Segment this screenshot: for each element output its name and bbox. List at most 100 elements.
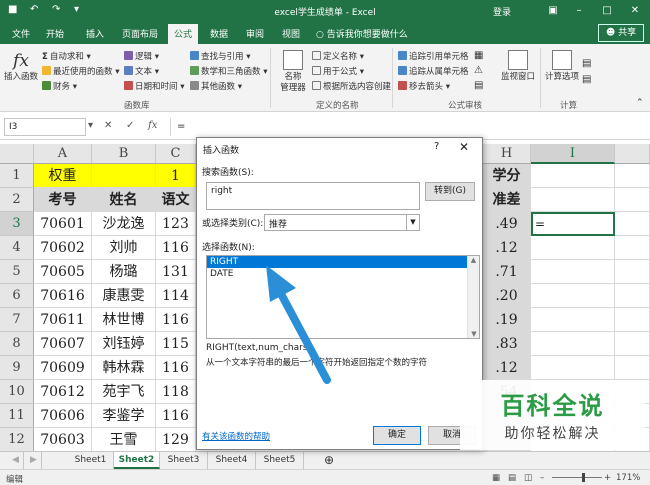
cell-b4[interactable]: 刘帅	[92, 236, 156, 260]
datetime-button[interactable]: 日期和时间 ▾	[124, 80, 184, 92]
function-list-scrollbar[interactable]: ▲ ▼	[467, 256, 479, 338]
cell-b7[interactable]: 林世博	[92, 308, 156, 332]
minimize-icon[interactable]: –	[566, 2, 592, 20]
row-header-7[interactable]: 7	[0, 308, 34, 332]
cell-c11[interactable]: 116	[156, 404, 196, 428]
column-header-j[interactable]	[615, 144, 650, 164]
zoom-in-icon[interactable]: +	[604, 473, 611, 483]
cell-b8[interactable]: 刘钰婷	[92, 332, 156, 356]
tab-page-layout[interactable]: 页面布局	[122, 27, 158, 40]
cell-b11[interactable]: 李鉴学	[92, 404, 156, 428]
function-item-date[interactable]: DATE	[207, 268, 479, 280]
column-header-b[interactable]: B	[92, 144, 156, 164]
sheet-tab-2[interactable]: Sheet2	[114, 452, 160, 469]
cell-j1[interactable]	[615, 164, 650, 188]
cell-i6[interactable]	[531, 284, 615, 308]
cell-c8[interactable]: 115	[156, 332, 196, 356]
cell-a11[interactable]: 70606	[34, 404, 92, 428]
ribbon-display-icon[interactable]: ▣	[540, 2, 566, 20]
cell-b12[interactable]: 王雪	[92, 428, 156, 451]
row-header-4[interactable]: 4	[0, 236, 34, 260]
next-sheet-icon[interactable]: ▶	[26, 452, 42, 469]
cell-i7[interactable]	[531, 308, 615, 332]
logical-button[interactable]: 逻辑 ▾	[124, 50, 159, 62]
recent-functions-button[interactable]: 最近使用的函数 ▾	[42, 65, 119, 77]
prev-sheet-icon[interactable]: ◀	[8, 452, 24, 469]
evaluate-formula-icon[interactable]: ▤	[474, 80, 483, 91]
trace-precedents-button[interactable]: 追踪引用单元格	[398, 50, 469, 62]
row-header-3[interactable]: 3	[0, 212, 34, 236]
cell-j2[interactable]	[615, 188, 650, 212]
cell-c10[interactable]: 118	[156, 380, 196, 404]
cell-b1[interactable]	[92, 164, 156, 188]
sheet-tab-5[interactable]: Sheet5	[256, 452, 304, 469]
cell-h2[interactable]: 准差	[483, 188, 531, 212]
cell-a10[interactable]: 70612	[34, 380, 92, 404]
row-header-11[interactable]: 11	[0, 404, 34, 428]
tab-insert[interactable]: 插入	[86, 27, 104, 40]
row-header-8[interactable]: 8	[0, 332, 34, 356]
cell-a1[interactable]: 权重	[34, 164, 92, 188]
tell-me-search[interactable]: ○ 告诉我你想要做什么	[316, 27, 408, 40]
category-select[interactable]: 推荐 ▼	[264, 214, 420, 231]
sheet-tab-1[interactable]: Sheet1	[68, 452, 114, 469]
search-function-input[interactable]: right	[206, 182, 420, 210]
cell-j3[interactable]	[615, 212, 650, 236]
formula-input[interactable]: =	[170, 118, 646, 136]
cell-h3[interactable]: .49	[483, 212, 531, 236]
row-header-6[interactable]: 6	[0, 284, 34, 308]
cell-h9[interactable]: .12	[483, 356, 531, 380]
cell-a12[interactable]: 70603	[34, 428, 92, 451]
cell-b6[interactable]: 康惠雯	[92, 284, 156, 308]
column-header-a[interactable]: A	[34, 144, 92, 164]
cell-c4[interactable]: 116	[156, 236, 196, 260]
cell-j7[interactable]	[615, 308, 650, 332]
cell-c6[interactable]: 114	[156, 284, 196, 308]
cell-a2[interactable]: 考号	[34, 188, 92, 212]
cell-i2[interactable]	[531, 188, 615, 212]
sheet-tab-4[interactable]: Sheet4	[208, 452, 256, 469]
cell-a4[interactable]: 70602	[34, 236, 92, 260]
fx-icon[interactable]: fx	[148, 120, 157, 131]
cell-h4[interactable]: .12	[483, 236, 531, 260]
scroll-down-icon[interactable]: ▼	[468, 330, 479, 338]
select-all-corner[interactable]	[0, 144, 34, 164]
calc-sheet-icon[interactable]: ▤	[582, 74, 591, 85]
tab-review[interactable]: 审阅	[246, 27, 264, 40]
zoom-slider[interactable]	[552, 477, 602, 478]
row-header-2[interactable]: 2	[0, 188, 34, 212]
calc-options-button[interactable]: 计算选项	[544, 50, 580, 83]
zoom-out-icon[interactable]: –	[540, 473, 544, 483]
cell-i8[interactable]	[531, 332, 615, 356]
cell-a8[interactable]: 70607	[34, 332, 92, 356]
more-functions-button[interactable]: 其他函数 ▾	[190, 80, 242, 92]
scroll-up-icon[interactable]: ▲	[468, 256, 479, 264]
row-header-1[interactable]: 1	[0, 164, 34, 188]
namebox-dropdown-icon[interactable]: ▾	[88, 120, 93, 131]
tab-view[interactable]: 视图	[282, 27, 300, 40]
page-break-view-icon[interactable]: ◫	[524, 473, 532, 483]
cell-c9[interactable]: 116	[156, 356, 196, 380]
autosum-button[interactable]: Σ 自动求和 ▾	[42, 50, 91, 62]
cell-j5[interactable]	[615, 260, 650, 284]
ok-button[interactable]: 确定	[373, 426, 421, 445]
cell-a7[interactable]: 70611	[34, 308, 92, 332]
tab-data[interactable]: 数据	[210, 27, 228, 40]
lookup-button[interactable]: 查找与引用 ▾	[190, 50, 250, 62]
cell-i5[interactable]	[531, 260, 615, 284]
cell-h6[interactable]: .20	[483, 284, 531, 308]
text-button[interactable]: 文本 ▾	[124, 65, 159, 77]
login-link[interactable]: 登录	[493, 5, 511, 18]
cell-h8[interactable]: .83	[483, 332, 531, 356]
cell-a6[interactable]: 70616	[34, 284, 92, 308]
cell-b3[interactable]: 沙龙逸	[92, 212, 156, 236]
cell-c1[interactable]: 1	[156, 164, 196, 188]
financial-button[interactable]: 财务 ▾	[42, 80, 77, 92]
cell-i4[interactable]	[531, 236, 615, 260]
cell-c3[interactable]: 123	[156, 212, 196, 236]
cell-j8[interactable]	[615, 332, 650, 356]
name-box[interactable]: I3	[4, 118, 86, 136]
cell-j9[interactable]	[615, 356, 650, 380]
collapse-ribbon-icon[interactable]: ⌃	[636, 98, 644, 108]
cell-i1[interactable]	[531, 164, 615, 188]
